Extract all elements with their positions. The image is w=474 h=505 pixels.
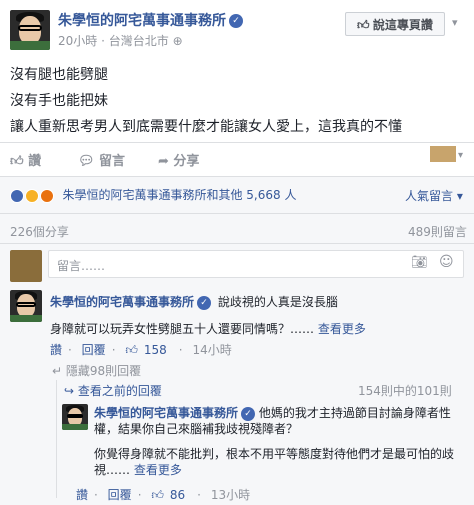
- thumbs-up-icon: 👍︎: [151, 488, 164, 502]
- reply-arrow-icon: ↪: [64, 384, 78, 398]
- composer-avatar-icon: [10, 250, 42, 282]
- reply-body-2: 你覺得身障就不能批判，根本不用平等態度對待他們才是最可怕的歧視…… 查看更多: [94, 447, 455, 477]
- hidden-replies-toggle[interactable]: ↵ 隱藏98則回覆: [52, 362, 141, 379]
- comment-count: 489則留言: [408, 225, 467, 239]
- post-menu-chevron-icon[interactable]: ▾: [452, 16, 458, 29]
- see-more-link[interactable]: 查看更多: [318, 322, 366, 336]
- sticker-icon[interactable]: ☺: [439, 254, 454, 270]
- comment-author-avatar[interactable]: [10, 290, 42, 322]
- comment-action[interactable]: 💬︎ 留言: [78, 150, 125, 169]
- post-line: 沒有手也能把妹: [10, 93, 108, 109]
- like-page-button[interactable]: 👍︎ 說這專頁讚: [345, 12, 445, 36]
- post-line: 讓人重新思考男人到底需要什麼才能讓女人愛上，這我真的不懂: [10, 119, 402, 135]
- thumbs-up-icon: 👍︎: [357, 17, 373, 32]
- reply-like-link[interactable]: 讚: [76, 488, 88, 502]
- angry-reaction-icon: [39, 188, 54, 203]
- comment-reply-link[interactable]: 回覆: [82, 343, 106, 357]
- thumbs-up-icon: 👍︎: [10, 154, 29, 169]
- reply-author-avatar[interactable]: [62, 404, 88, 430]
- page-name-link[interactable]: 朱學恒的阿宅萬事通事務所: [58, 13, 226, 29]
- like-reaction-icon: [10, 188, 24, 203]
- share-count[interactable]: 226個分享: [10, 223, 69, 240]
- speech-bubble-icon: 💬︎: [78, 154, 100, 169]
- post-line: 沒有腿也能劈腿: [10, 67, 108, 83]
- comment-author-link[interactable]: 朱學恒的阿宅萬事通事務所: [50, 295, 194, 309]
- camera-icon[interactable]: 📷︎: [411, 255, 428, 270]
- comment-headline: 說歧視的人真是沒長腦: [217, 295, 338, 309]
- comment-like-link[interactable]: 讚: [50, 343, 62, 357]
- reactions-summary[interactable]: 朱學恒的阿宅萬事通事務所和其他 5,668 人: [62, 188, 296, 202]
- reply-text: 朱學恒的阿宅萬事通事務所 ✓ 他媽的我才主持過節目討論身障者性權，結果你自己來腦補…: [94, 405, 464, 437]
- post-author[interactable]: 朱學恒的阿宅萬事通事務所 ✓: [58, 10, 243, 30]
- thumbs-up-icon: 👍︎: [125, 343, 138, 357]
- globe-icon: ⊕: [172, 34, 183, 48]
- reply-actions: 讚 · 回覆 · 👍︎ 86 · 13小時: [76, 488, 251, 502]
- reply-progress: 154則中的101則: [358, 384, 452, 398]
- verified-badge-icon: ✓: [241, 406, 256, 421]
- chevron-down-icon: ▾: [453, 189, 463, 203]
- comment-time[interactable]: 14小時: [192, 343, 231, 357]
- view-previous-replies[interactable]: ↪ 查看之前的回覆: [64, 382, 162, 399]
- post-text: 沒有腿也能劈腿 沒有手也能把妹 讓人重新思考男人到底需要什麼才能讓女人愛上，這我…: [10, 62, 402, 140]
- comment-input-placeholder: 留言……: [57, 259, 106, 273]
- sort-comments-dropdown[interactable]: 人氣留言 ▾: [405, 187, 463, 204]
- reply-author-link[interactable]: 朱學恒的阿宅萬事通事務所: [94, 406, 238, 420]
- verified-badge-icon: ✓: [229, 14, 243, 28]
- post-location[interactable]: 台灣台北市: [109, 34, 169, 48]
- post-meta: 20小時 · 台灣台北市 ⊕: [58, 32, 183, 49]
- comment-like-count[interactable]: 👍︎ 158: [125, 343, 172, 357]
- comment-body: 身障就可以玩弄女性劈腿五十人還要同情嗎？…… 查看更多: [50, 322, 366, 336]
- reply-reply-link[interactable]: 回覆: [108, 488, 132, 502]
- hide-arrow-icon: ↵: [52, 364, 66, 378]
- comment-header: 朱學恒的阿宅萬事通事務所 ✓ 說歧視的人真是沒長腦: [50, 293, 338, 310]
- viewer-chevron-icon[interactable]: ▾: [458, 150, 463, 161]
- reply-time[interactable]: 13小時: [211, 488, 250, 502]
- share-arrow-icon: ➦: [158, 154, 174, 169]
- haha-reaction-icon: [24, 188, 39, 203]
- like-action[interactable]: 👍︎ 讚: [10, 150, 41, 169]
- reply-thread-line: [56, 380, 57, 498]
- dot-separator: ·: [101, 34, 109, 48]
- share-action[interactable]: ➦ 分享: [158, 150, 199, 169]
- comment-input[interactable]: 留言…… 📷︎ ☺: [48, 250, 464, 278]
- reply-see-more-link[interactable]: 查看更多: [134, 463, 182, 477]
- post-time[interactable]: 20小時: [58, 34, 97, 48]
- reply-like-count[interactable]: 👍︎ 86: [151, 488, 191, 502]
- comment-actions: 讚 · 回覆 · 👍︎ 158 · 14小時: [50, 343, 232, 357]
- verified-badge-icon: ✓: [197, 295, 212, 310]
- page-avatar[interactable]: [10, 10, 50, 50]
- viewer-avatar-icon[interactable]: [430, 146, 456, 162]
- reactions-row[interactable]: 朱學恒的阿宅萬事通事務所和其他 5,668 人: [10, 186, 296, 203]
